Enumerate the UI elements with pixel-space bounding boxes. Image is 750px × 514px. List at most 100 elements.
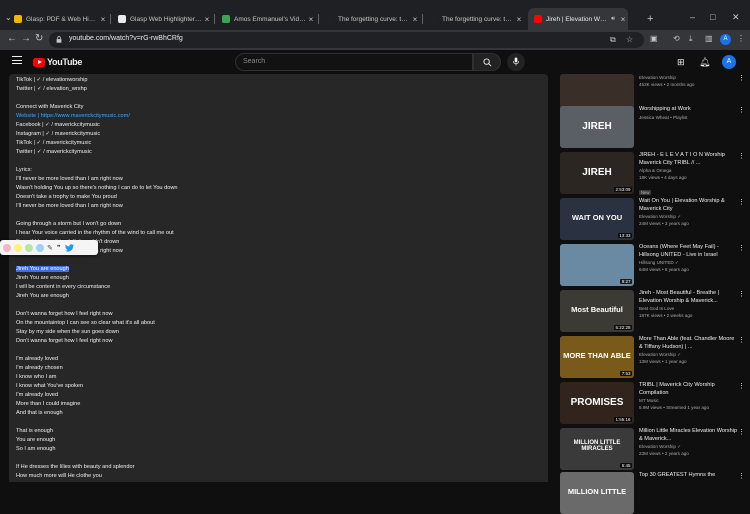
video-thumbnail[interactable]: MILLION LITTLE <box>560 472 634 514</box>
forward-icon[interactable]: → <box>21 33 31 44</box>
close-tab-icon[interactable]: × <box>306 15 316 24</box>
more-actions-icon[interactable]: ⋮ <box>738 290 745 298</box>
more-actions-icon[interactable]: ⋮ <box>738 472 745 480</box>
channel-name[interactable]: MT Music <box>639 397 739 404</box>
minimize-icon[interactable]: – <box>690 12 695 22</box>
recommended-video[interactable]: 9:27 Oceans (Where Feet May Fail) - Hills… <box>560 244 745 286</box>
video-title[interactable]: Oceans (Where Feet May Fail) - Hillsong … <box>639 244 739 259</box>
video-meta: Worshipping at Work Jessica Wheat • Playl… <box>639 106 745 121</box>
recommended-video[interactable]: JIREH 2:53:09 JIREH - E L E V A T I O N Wo… <box>560 152 745 195</box>
audio-playing-icon[interactable]: 🔊︎ <box>608 16 618 23</box>
video-thumbnail[interactable]: Most Beautiful 5:22:28 <box>560 290 634 332</box>
more-actions-icon[interactable]: ⋮ <box>738 198 745 206</box>
pencil-icon[interactable]: ✎ <box>47 244 53 252</box>
quote-icon[interactable]: ❞ <box>57 244 61 252</box>
browser-tab[interactable]: The forgetting curve: the sci× <box>424 8 524 30</box>
video-thumbnail[interactable]: MORE THAN ABLE 7:53 <box>560 336 634 378</box>
highlight-color-green[interactable] <box>25 243 33 252</box>
description-link[interactable]: Website | https://www.maverickcitymusic.… <box>16 113 130 119</box>
more-actions-icon[interactable]: ⋮ <box>738 428 745 436</box>
video-title[interactable]: Worshipping at Work <box>639 106 739 114</box>
site-info-icon[interactable] <box>55 35 63 44</box>
video-thumbnail[interactable]: 9:27 <box>560 244 634 286</box>
video-thumbnail[interactable]: WAIT ON YOU 13:33 <box>560 198 634 240</box>
recommended-video[interactable]: MORE THAN ABLE 7:53 More Than Able (feat. … <box>560 336 745 378</box>
microphone-icon <box>512 57 520 66</box>
back-icon[interactable]: ← <box>7 33 17 44</box>
video-title[interactable]: Million Little Miracles Elevation Worshi… <box>639 428 739 443</box>
recommended-video[interactable]: JIREH Worshipping at Work Jessica Wheat • … <box>560 106 745 148</box>
recommended-video[interactable]: WAIT ON YOU 13:33 Wait On You | Elevation … <box>560 198 745 240</box>
more-actions-icon[interactable]: ⋮ <box>738 152 745 160</box>
description-line[interactable]: Website | https://www.maverickcitymusic.… <box>16 112 177 121</box>
browser-tab[interactable]: Glasp: PDF & Web Highlighter× <box>8 8 108 30</box>
more-actions-icon[interactable]: ⋮ <box>738 106 745 114</box>
channel-name[interactable]: Elevation Worship ✓ <box>639 351 739 358</box>
close-window-icon[interactable]: ✕ <box>732 12 740 23</box>
video-title[interactable]: JIREH - E L E V A T I O N Worship Maveri… <box>639 152 739 167</box>
channel-name[interactable]: Elevation Worship ✓ <box>639 213 739 220</box>
side-panel-icon[interactable]: ▥ <box>705 34 713 43</box>
description-line-text: Don't wanna forget how I feel right now <box>16 338 113 344</box>
close-tab-icon[interactable]: × <box>202 15 212 24</box>
video-title[interactable]: TRIBL | Maverick City Worship Compilatio… <box>639 382 739 397</box>
highlight-color-pink[interactable] <box>3 243 11 252</box>
channel-name[interactable]: Alpha & Omega <box>639 167 739 174</box>
thumbnail-overlay-text: MORE THAN ABLE <box>563 351 631 360</box>
search-button[interactable] <box>473 53 501 71</box>
browser-tab[interactable]: Amos Emmanuel's Video × <box>216 8 316 30</box>
account-avatar[interactable]: A <box>722 55 736 69</box>
profile-avatar[interactable]: A <box>720 34 731 45</box>
extension-icon[interactable]: ▣ <box>650 34 658 43</box>
bookmark-star-icon[interactable]: ☆ <box>626 35 633 44</box>
create-icon[interactable]: ⊞ <box>677 57 685 68</box>
channel-name[interactable]: Best God Is Love <box>639 305 739 312</box>
recommended-video[interactable]: Most Beautiful 5:22:28 Jireh - Most Beauti… <box>560 290 745 332</box>
maximize-icon[interactable]: □ <box>710 12 715 22</box>
close-tab-icon[interactable]: × <box>514 15 524 24</box>
video-thumbnail[interactable]: JIREH 2:53:09 <box>560 152 634 194</box>
menu-icon[interactable] <box>12 56 22 67</box>
description-line: I'm already loved <box>16 391 177 400</box>
video-thumbnail[interactable]: MILLION LITTLE MIRACLES 6:45 <box>560 428 634 470</box>
close-tab-icon[interactable]: × <box>618 15 628 24</box>
more-actions-icon[interactable]: ⋮ <box>738 382 745 390</box>
close-tab-icon[interactable]: × <box>98 15 108 24</box>
video-meta: Wait On You | Elevation Worship & Maveri… <box>639 198 745 227</box>
address-bar[interactable]: youtube.com/watch?v=rG-rwBhCRfg ⧉ ☆ <box>49 32 644 48</box>
video-meta: TRIBL | Maverick City Worship Compilatio… <box>639 382 745 411</box>
twitter-icon[interactable] <box>64 243 74 252</box>
channel-name[interactable]: Jessica Wheat • Playlist <box>639 114 739 121</box>
highlight-color-yellow[interactable] <box>14 243 22 252</box>
browser-tab[interactable]: Jireh | Elevation Worship🔊︎× <box>528 8 628 30</box>
menu-dots-icon[interactable]: ⋮ <box>737 34 745 43</box>
cast-icon[interactable]: ⧉ <box>610 35 616 45</box>
more-actions-icon[interactable]: ⋮ <box>738 74 745 82</box>
video-thumbnail[interactable]: PROMISES 1:55:16 <box>560 382 634 424</box>
more-actions-icon[interactable]: ⋮ <box>738 336 745 344</box>
channel-name[interactable]: Hillsong UNITED ✓ <box>639 259 739 266</box>
youtube-logo[interactable]: YouTube <box>33 57 82 67</box>
close-tab-icon[interactable]: × <box>410 15 420 24</box>
video-title[interactable]: Top 30 GREATEST Hymns the <box>639 472 739 480</box>
recommended-video[interactable]: PROMISES 1:55:16 TRIBL | Maverick City Wor… <box>560 382 745 424</box>
search-input[interactable]: Search <box>235 53 473 71</box>
history-icon[interactable]: ⟲ <box>673 34 680 43</box>
more-actions-icon[interactable]: ⋮ <box>738 244 745 252</box>
voice-search-button[interactable] <box>507 53 525 71</box>
video-title[interactable]: Jireh - Most Beautiful - Breathe | Eleva… <box>639 290 739 305</box>
channel-name[interactable]: Elevation Worship ✓ <box>639 443 739 450</box>
video-title[interactable]: Wait On You | Elevation Worship & Maveri… <box>639 198 739 213</box>
browser-tab[interactable]: Glasp Web Highlighter - PDF× <box>112 8 212 30</box>
channel-name[interactable]: Elevation Worship <box>639 74 739 81</box>
notifications-bell-icon[interactable]: 🔔︎ <box>699 57 710 68</box>
highlight-color-blue[interactable] <box>36 243 44 252</box>
download-icon[interactable]: ⤓ <box>689 34 693 44</box>
video-thumbnail[interactable]: JIREH <box>560 106 634 148</box>
recommended-video[interactable]: MILLION LITTLE Top 30 GREATEST Hymns the ⋮ <box>560 472 745 514</box>
new-tab-button[interactable]: + <box>647 13 653 25</box>
browser-tab[interactable]: The forgetting curve: the sci× <box>320 8 420 30</box>
recommended-video[interactable]: MILLION LITTLE MIRACLES 6:45 Million Littl… <box>560 428 745 470</box>
reload-icon[interactable]: ↻ <box>35 33 43 44</box>
video-title[interactable]: More Than Able (feat. Chandler Moore & T… <box>639 336 739 351</box>
